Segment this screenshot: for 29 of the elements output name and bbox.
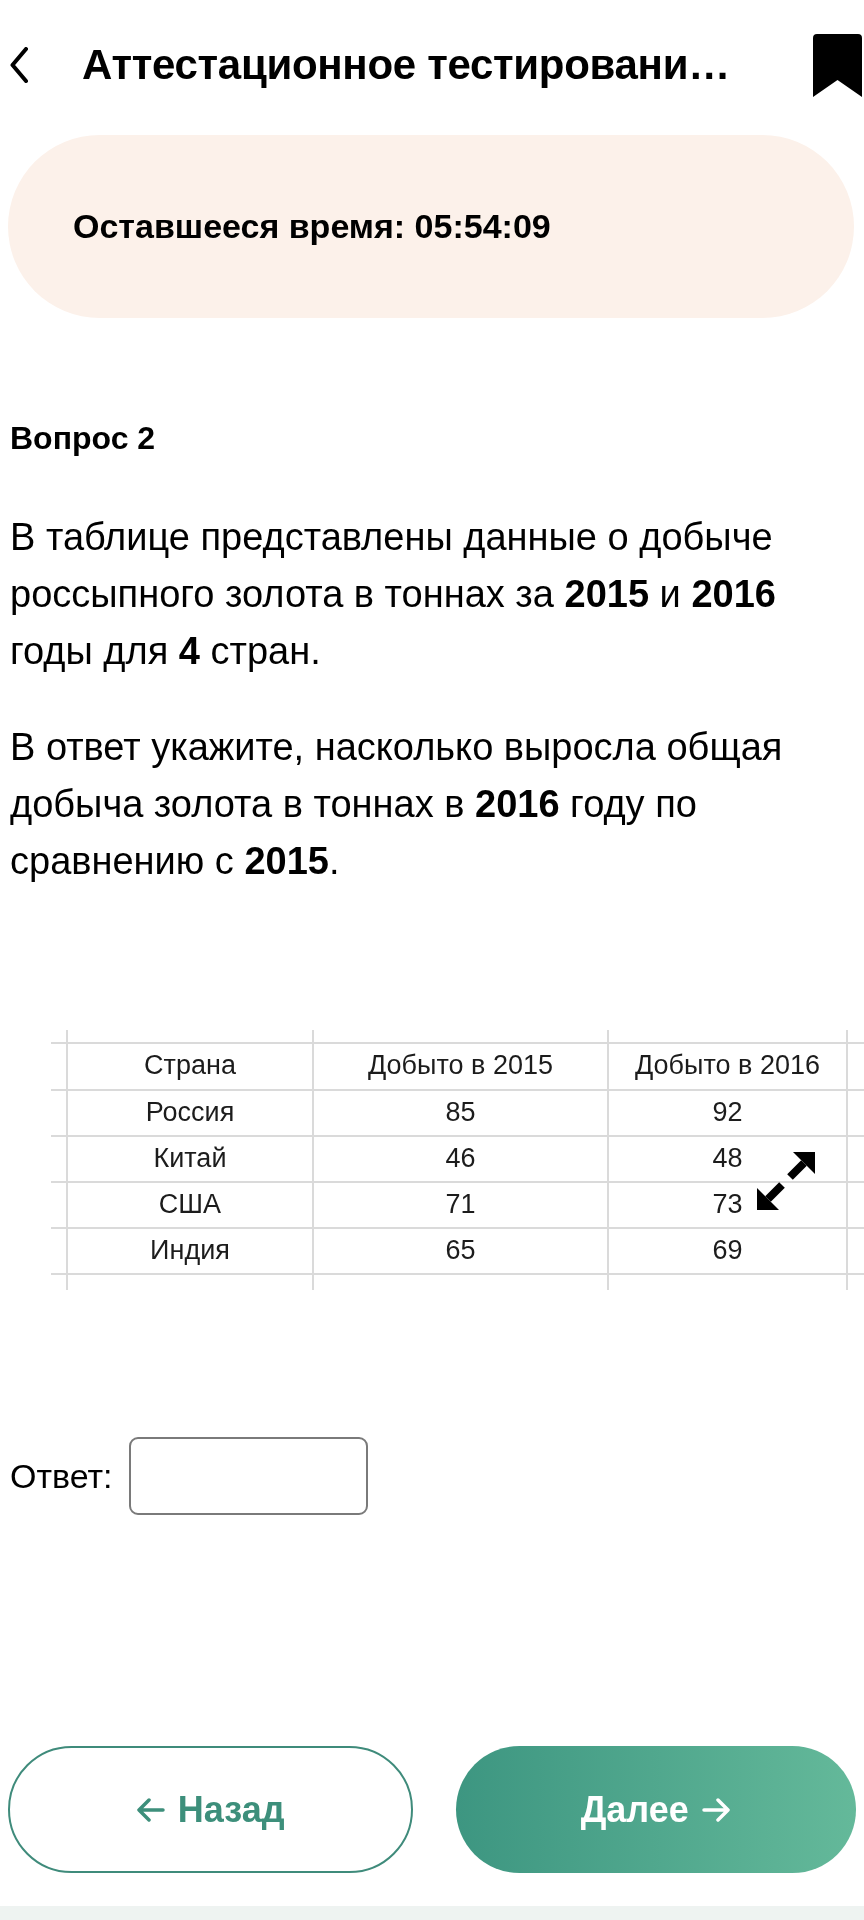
column-header: Страна [144, 1050, 236, 1080]
table-cell: 48 [712, 1142, 743, 1173]
bookmark-icon[interactable] [813, 33, 862, 97]
page-title: Аттестационное тестировани… [82, 39, 731, 90]
answer-label: Ответ: [10, 1455, 113, 1497]
table-cell: Индия [150, 1234, 230, 1265]
table-cell: 46 [445, 1142, 476, 1173]
table-cell: 73 [712, 1188, 743, 1219]
question-text: В таблице представлены данные о добыче россыпного золота в тоннах за 2015 и 2016 годы для 4 стран. [10, 515, 777, 674]
table-cell: США [158, 1188, 222, 1219]
arrow-right-icon [701, 1797, 731, 1822]
column-header: Добыто в 2016 [635, 1050, 820, 1080]
back-button[interactable]: Назад [8, 1746, 413, 1873]
question-text: В ответ укажите, насколько выросла общая добыча золота в тоннах в 2016 году по сравнению с 2015. [10, 725, 784, 884]
arrow-left-icon [135, 1797, 165, 1822]
table-cell: 71 [445, 1188, 476, 1219]
back-icon[interactable] [10, 47, 28, 83]
question-title: Вопрос 2 [10, 419, 157, 458]
table-cell: 69 [712, 1234, 743, 1265]
expand-icon[interactable] [757, 1152, 815, 1210]
table-cell: 85 [445, 1096, 476, 1127]
table-cell: Россия [145, 1096, 235, 1127]
answer-field[interactable] [128, 1437, 368, 1515]
timer-text: Оставшееся время: 05:54:09 [73, 206, 551, 247]
column-header: Добыто в 2015 [368, 1050, 553, 1080]
table-cell: Китай [153, 1142, 227, 1173]
next-button[interactable]: Далее [455, 1746, 856, 1873]
table-cell: 92 [712, 1096, 743, 1127]
table-cell: 65 [445, 1234, 476, 1265]
